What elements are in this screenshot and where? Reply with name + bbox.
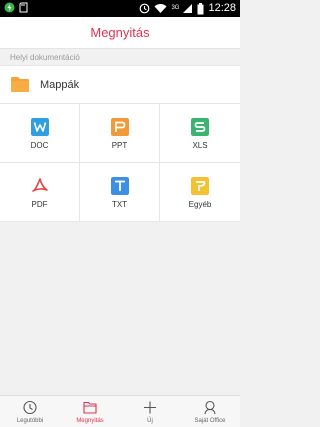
file-type-label: TXT	[111, 200, 128, 209]
file-type-label: PDF	[31, 200, 48, 209]
nav-recent[interactable]: Legutóbbi	[0, 396, 60, 427]
battery-icon	[197, 2, 204, 14]
doc-icon	[31, 118, 49, 136]
file-type-xls[interactable]: XLS	[160, 104, 240, 163]
ppt-icon	[111, 118, 129, 136]
bottom-nav: Legutóbbi Megnyitás Új Saját Office	[0, 395, 240, 427]
other-icon	[191, 177, 209, 195]
file-type-other[interactable]: Egyéb	[160, 163, 240, 222]
xls-icon	[191, 118, 209, 136]
file-type-label: XLS	[192, 141, 208, 150]
recent-clock-icon	[23, 400, 37, 415]
nav-my-office[interactable]: Saját Office	[180, 396, 240, 427]
app-header: Megnyitás	[0, 17, 240, 49]
folders-label: Mappák	[40, 79, 80, 91]
battery-charging-icon	[4, 2, 15, 13]
section-label-local-docs: Helyi dokumentáció	[10, 53, 80, 62]
nav-label: Legutóbbi	[16, 418, 44, 424]
file-type-ppt[interactable]: PPT	[80, 104, 160, 163]
network-type-label: 3G	[171, 5, 180, 11]
wifi-icon	[154, 4, 167, 13]
file-type-grid: DOC PPT XLS PDF TXT Egyéb	[0, 104, 240, 222]
user-icon	[204, 400, 216, 415]
nav-label: Új	[147, 418, 153, 424]
file-type-label: Egyéb	[188, 200, 212, 209]
txt-icon	[111, 177, 129, 195]
pdf-icon	[32, 178, 48, 192]
nav-new[interactable]: Új	[120, 396, 180, 427]
folder-icon	[11, 77, 29, 92]
status-time: 12:28	[208, 2, 236, 14]
status-bar: 3G 12:28	[0, 0, 240, 17]
open-folder-icon	[83, 401, 97, 414]
file-type-label: DOC	[30, 141, 49, 150]
nav-label: Megnyitás	[76, 418, 104, 424]
clock-icon	[140, 3, 150, 14]
nav-label: Saját Office	[194, 418, 226, 424]
file-type-txt[interactable]: TXT	[80, 163, 160, 222]
sd-card-icon	[19, 2, 28, 13]
folders-row[interactable]: Mappák	[0, 65, 240, 104]
file-type-label: PPT	[111, 141, 128, 150]
file-type-doc[interactable]: DOC	[0, 104, 80, 163]
signal-icon	[183, 4, 193, 13]
file-type-pdf[interactable]: PDF	[0, 163, 80, 222]
plus-icon	[144, 401, 156, 414]
page-title: Megnyitás	[90, 25, 150, 40]
nav-open[interactable]: Megnyitás	[60, 396, 120, 427]
